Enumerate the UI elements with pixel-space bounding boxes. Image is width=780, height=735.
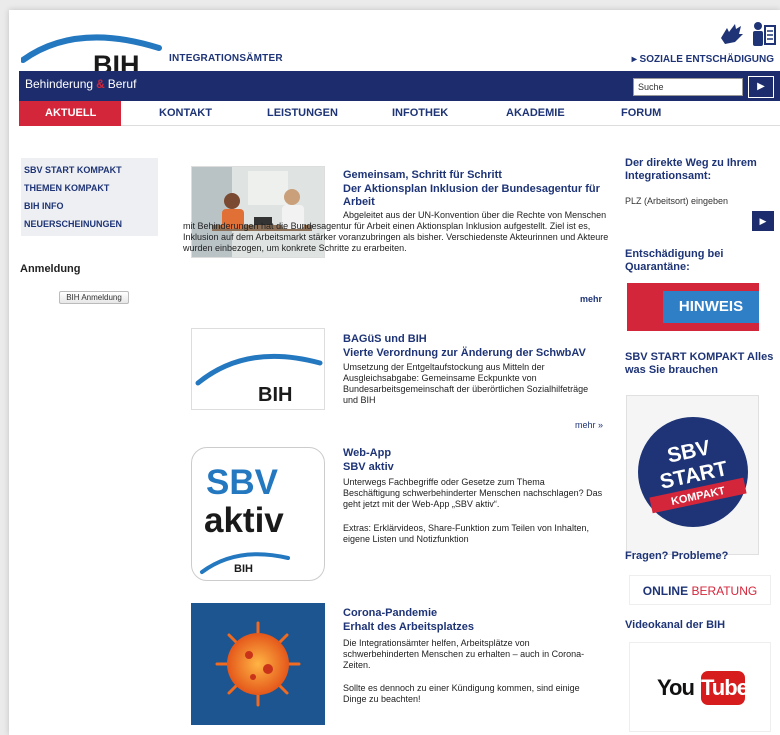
article-1-title[interactable]: Der Aktionsplan Inklusion der Bundesagen…	[343, 183, 613, 209]
article-1-kicker[interactable]: Gemeinsam, Schritt für Schritt	[343, 169, 502, 181]
sidebar-item-neuerscheinungen[interactable]: NEUERSCHEINUNGEN	[24, 215, 158, 233]
article-3-image[interactable]: SBV aktiv BIH	[191, 447, 325, 581]
nav-leistungen[interactable]: LEISTUNGEN	[267, 101, 338, 126]
tagline: INTEGRATIONSÄMTER	[169, 53, 283, 64]
article-2-title[interactable]: Vierte Verordnung zur Änderung der Schwb…	[343, 347, 613, 360]
nav-aktuell[interactable]: AKTUELL	[19, 101, 121, 126]
article-4-text: Die Integrationsämter helfen, Arbeitsplä…	[343, 638, 585, 670]
login-heading: Anmeldung	[20, 263, 81, 275]
article-2-more-link[interactable]: mehr »	[575, 420, 603, 430]
plz-submit-button[interactable]: ▶	[752, 211, 774, 231]
sbv-heading: SBV START KOMPAKT Alles was Sie brauchen	[625, 351, 774, 376]
article-2-kicker[interactable]: BAGüS und BIH	[343, 333, 427, 345]
sidebar-item-bih-info[interactable]: BIH INFO	[24, 197, 158, 215]
article-2-logo-text: BIH	[258, 384, 292, 406]
sbv-start-kompakt-tile[interactable]: SBV START KOMPAKT	[626, 395, 759, 555]
article-3-text: Unterwegs Fachbegriffe oder Gesetze zum …	[343, 477, 603, 509]
app-text-aktiv: aktiv	[204, 501, 284, 540]
sidebar-item-sbv-start-kompakt[interactable]: SBV START KOMPAKT	[24, 161, 158, 179]
hinweis-banner[interactable]: HINWEIS	[627, 283, 759, 331]
sidebar-item-themen-kompakt[interactable]: THEMEN KOMPAKT	[24, 179, 158, 197]
article-4-image[interactable]	[191, 603, 325, 725]
left-sidebar: SBV START KOMPAKT THEMEN KOMPAKT BIH INF…	[21, 158, 158, 236]
sign-language-icon[interactable]	[717, 20, 745, 48]
article-1-more-link[interactable]: mehr	[580, 294, 602, 304]
site-title-part2: Beruf	[107, 77, 137, 91]
site-title-amp: &	[96, 77, 105, 91]
article-4-kicker[interactable]: Corona-Pandemie	[343, 607, 437, 619]
article-4-text-2: Sollte es dennoch zu einer Kündigung kom…	[343, 683, 580, 704]
search-button[interactable]: ▶	[748, 76, 774, 98]
youtube-link[interactable]: You Tube	[629, 642, 771, 732]
easy-language-icon[interactable]	[749, 20, 777, 48]
article-2-text: Umsetzung der Entgeltaufstockung aus Mit…	[343, 362, 589, 405]
nav-forum[interactable]: FORUM	[621, 101, 661, 126]
article-3-text-extras: Extras: Erklärvideos, Share-Funktion zum…	[343, 523, 589, 544]
video-heading: Videokanal der BIH	[625, 619, 726, 631]
main-nav: AKTUELL KONTAKT LEISTUNGEN INFOTHEK AKAD…	[19, 101, 780, 126]
article-3-title[interactable]: SBV aktiv	[343, 461, 613, 474]
app-logo-text: BIH	[234, 563, 253, 575]
plz-input[interactable]: PLZ (Arbeitsort) eingeben	[625, 196, 750, 210]
app-text-sbv: SBV	[206, 463, 279, 502]
hinweis-label: HINWEIS	[663, 291, 759, 323]
online-label: ONLINE	[642, 584, 689, 598]
beratung-label: BERATUNG	[688, 584, 758, 598]
article-2-image[interactable]: BIH	[191, 328, 325, 410]
nav-akademie[interactable]: AKADEMIE	[506, 101, 565, 126]
article-4-title[interactable]: Erhalt des Arbeitsplatzes	[343, 621, 613, 634]
site-title[interactable]: Behinderung & Beruf	[25, 77, 136, 91]
page: BIH INTEGRATIONSÄMTER ▸ SOZIALE ENTSCHÄD…	[9, 10, 780, 735]
weg-heading: Der direkte Weg zu Ihrem Integrationsamt…	[625, 157, 757, 182]
article-1-text: Abgeleitet aus der UN-Konvention über di…	[183, 210, 609, 253]
soziale-entschaedigung-link[interactable]: ▸ SOZIALE ENTSCHÄDIGUNG	[632, 54, 774, 65]
online-beratung-button[interactable]: ONLINE BERATUNG	[629, 575, 771, 605]
quarantaene-heading: Entschädigung bei Quarantäne:	[625, 248, 724, 273]
youtube-logo-tube: Tube	[701, 671, 749, 705]
fragen-heading: Fragen? Probleme?	[625, 550, 729, 562]
youtube-logo-you: You	[657, 675, 695, 700]
bih-login-button[interactable]: BIH Anmeldung	[59, 291, 129, 304]
article-3-kicker[interactable]: Web-App	[343, 447, 391, 459]
search-input[interactable]	[633, 78, 743, 96]
nav-infothek[interactable]: INFOTHEK	[392, 101, 448, 126]
nav-kontakt[interactable]: KONTAKT	[159, 101, 212, 126]
top-bar: Behinderung&Beruf ▶	[19, 71, 780, 101]
site-title-part1: Behinderung	[25, 77, 94, 91]
